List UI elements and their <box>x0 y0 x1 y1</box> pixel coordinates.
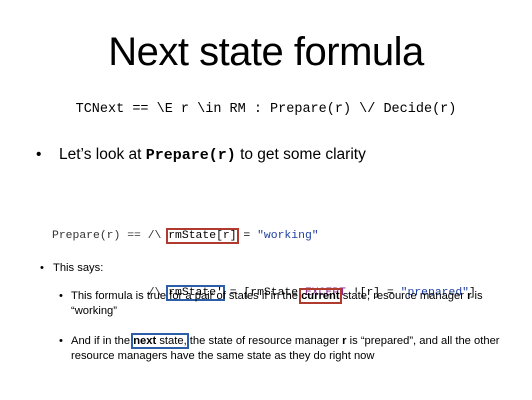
sub2-after1: the state of resource manager <box>186 335 343 347</box>
bullet-dot: • <box>36 146 42 163</box>
bullet-text-before: Let’s look at <box>59 146 146 163</box>
working-literal: "working" <box>257 230 319 242</box>
bullet-dot: • <box>59 290 63 302</box>
bullet-text-after: to get some clarity <box>235 146 366 163</box>
code-line-1-head: Prepare(r) == /\ <box>52 230 169 242</box>
next-state-word: state, <box>156 335 187 347</box>
bullet-dot: • <box>59 335 63 347</box>
prepare-code: Prepare(r) <box>145 147 236 164</box>
next-highlight: next state, <box>131 333 189 349</box>
slide-title: Next state formula <box>108 30 424 74</box>
current-highlight: current <box>299 288 342 304</box>
bullet-dot: • <box>40 262 44 274</box>
code-line-1-eq: = <box>236 230 258 242</box>
this-says-text: This says: <box>53 262 104 274</box>
bullet-text: Let’s look at Prepare(r) to get some cla… <box>59 145 366 166</box>
code-line-1: Prepare(r) == /\ rmState[r] = "working" <box>52 227 476 246</box>
sub-bullet-1-text: This formula is true for a pair of state… <box>71 288 501 318</box>
next-state-formula: TCNext == \E r \in RM : Prepare(r) \/ De… <box>75 102 457 117</box>
next-word: next <box>133 335 157 347</box>
sub1-after1: state, resource manager <box>339 290 468 302</box>
sub1-before: This formula is true for a pair of state… <box>71 290 302 302</box>
slide: Next state formula TCNext == \E r \in RM… <box>0 0 532 400</box>
sub-bullet-2-text: And if in the next state, the state of r… <box>71 333 501 363</box>
sub2-before: And if in the <box>71 335 134 347</box>
prepare-definition: Prepare(r) == /\ rmState[r] = "working" … <box>52 189 476 341</box>
rmstate-current-box: rmState[r] <box>166 228 239 244</box>
